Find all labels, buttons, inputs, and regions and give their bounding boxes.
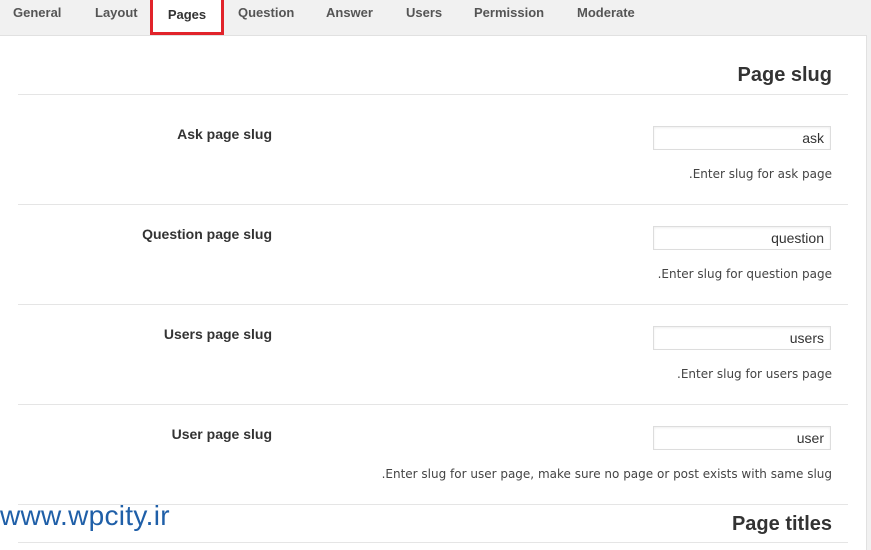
- watermark: www.wpcity.ir: [0, 500, 170, 531]
- field-desc-user-slug: Enter slug for user page, make sure no p…: [381, 467, 832, 481]
- row-divider: [18, 304, 848, 305]
- section-divider: [18, 542, 848, 543]
- ask-slug-input[interactable]: [653, 126, 831, 150]
- tab-general[interactable]: General: [13, 0, 61, 35]
- section-divider: [18, 94, 848, 95]
- field-label-users-slug: Users page slug: [163, 326, 272, 342]
- field-label-ask-slug: Ask page slug: [177, 126, 272, 142]
- tab-permission[interactable]: Permission: [474, 0, 544, 35]
- field-desc-question-slug: Enter slug for question page.: [657, 267, 832, 281]
- users-slug-input[interactable]: [653, 326, 831, 350]
- section-title-page-titles: Page titles: [731, 513, 832, 535]
- tab-layout[interactable]: Layout: [95, 0, 138, 35]
- tab-users[interactable]: Users: [406, 0, 442, 35]
- row-divider: [18, 204, 848, 205]
- row-divider: [18, 404, 848, 405]
- question-slug-input[interactable]: [653, 226, 831, 250]
- tab-question[interactable]: Question: [238, 0, 294, 35]
- user-slug-input[interactable]: [653, 426, 831, 450]
- settings-tab-bar: General Layout Pages Question Answer Use…: [0, 0, 871, 35]
- field-label-question-slug: Question page slug: [142, 226, 272, 242]
- field-label-user-slug: User page slug: [171, 426, 272, 442]
- field-desc-ask-slug: Enter slug for ask page.: [688, 167, 832, 181]
- settings-panel: Page slug Ask page slug Enter slug for a…: [0, 35, 867, 550]
- section-title-page-slug: Page slug: [737, 64, 832, 86]
- tab-moderate[interactable]: Moderate: [577, 0, 635, 35]
- tab-pages[interactable]: Pages: [150, 0, 224, 35]
- field-desc-users-slug: Enter slug for users page.: [677, 367, 832, 381]
- tab-answer[interactable]: Answer: [326, 0, 373, 35]
